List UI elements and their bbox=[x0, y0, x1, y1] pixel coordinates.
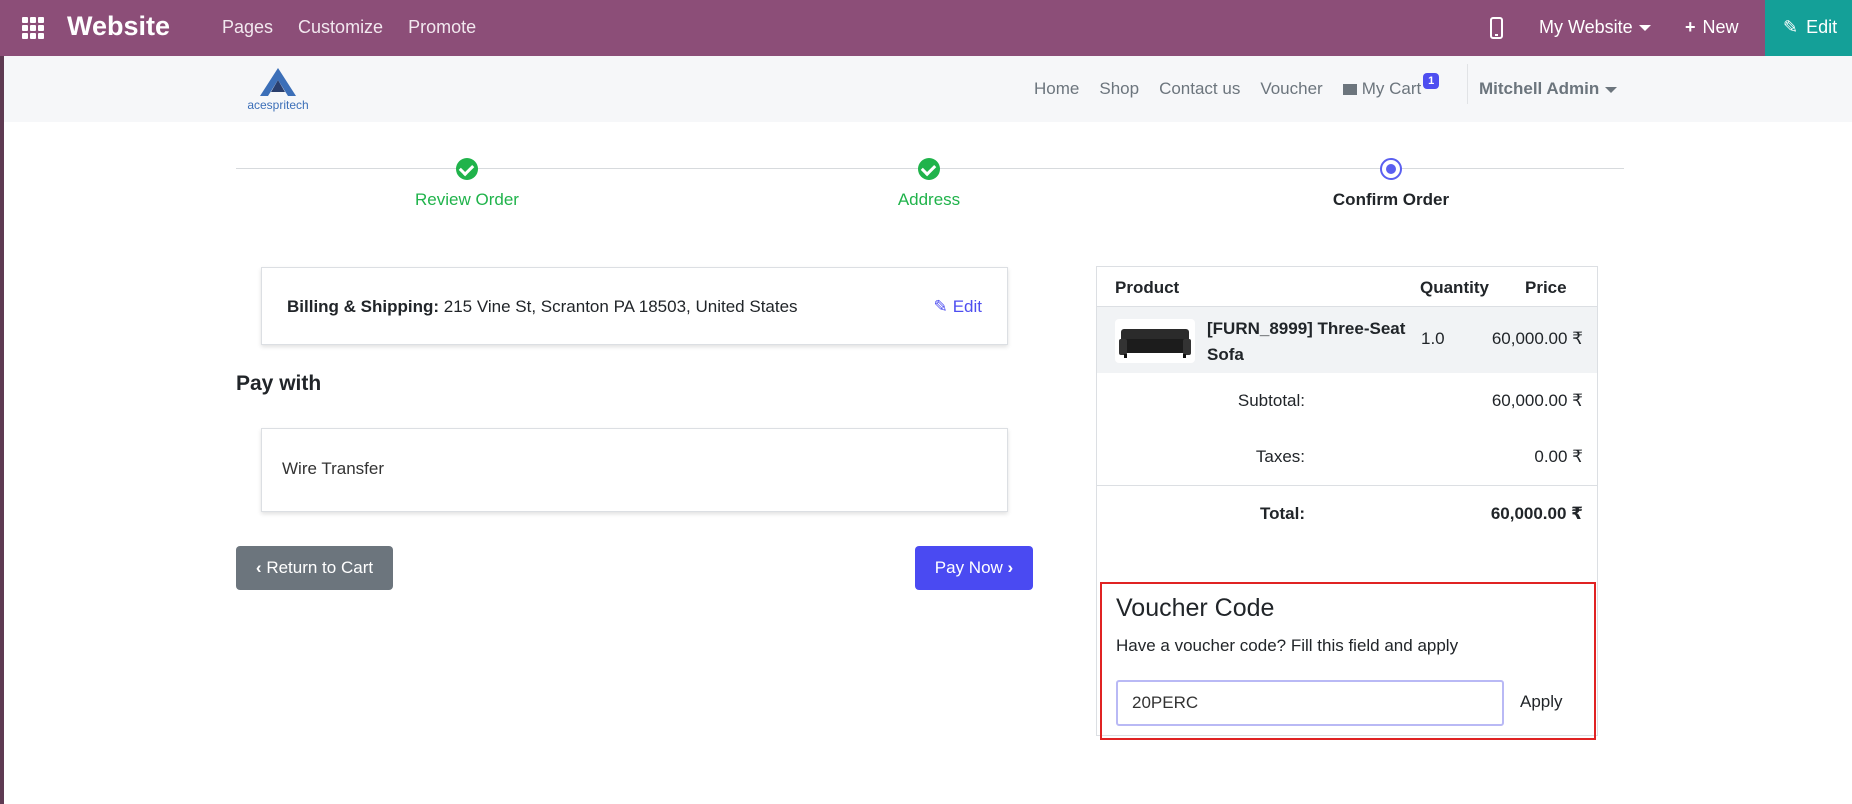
subtotal-label: Subtotal: bbox=[1237, 391, 1305, 410]
step-label: Address bbox=[897, 190, 961, 209]
summary-divider bbox=[1097, 485, 1597, 486]
step-confirm-order: Confirm Order bbox=[1281, 158, 1501, 210]
voucher-divider bbox=[1102, 735, 1594, 736]
menu-promote[interactable]: Promote bbox=[408, 17, 476, 38]
pencil-icon: ✎ bbox=[1783, 17, 1799, 37]
check-circle-icon bbox=[918, 158, 940, 180]
step-address[interactable]: Address bbox=[819, 158, 1039, 210]
user-name: Mitchell Admin bbox=[1479, 79, 1600, 98]
new-button[interactable]: + New bbox=[1685, 17, 1739, 38]
nav-shop[interactable]: Shop bbox=[1099, 79, 1139, 99]
nav-my-cart[interactable]: My Cart 1 bbox=[1342, 73, 1440, 99]
edit-address-label: Edit bbox=[952, 297, 982, 316]
caret-down-icon bbox=[1638, 25, 1651, 32]
cart-count-badge: 1 bbox=[1423, 73, 1440, 89]
pay-now-label: Pay Now bbox=[934, 558, 1003, 577]
cart-icon bbox=[1342, 84, 1357, 95]
chevron-left-icon: ‹ bbox=[255, 558, 262, 577]
mobile-preview-icon[interactable] bbox=[1490, 17, 1503, 39]
return-to-cart-button[interactable]: ‹ Return to Cart bbox=[236, 546, 393, 590]
company-logo[interactable]: acespritech bbox=[238, 66, 318, 114]
website-selector[interactable]: My Website bbox=[1539, 17, 1651, 38]
voucher-description: Have a voucher code? Fill this field and… bbox=[1116, 636, 1459, 655]
product-price: 60,000.00 ₹ bbox=[1491, 329, 1583, 348]
current-step-icon bbox=[1380, 158, 1402, 180]
apps-grid-icon[interactable] bbox=[22, 17, 44, 39]
billing-address: Billing & Shipping: 215 Vine St, Scranto… bbox=[287, 297, 798, 317]
payment-method-card[interactable]: Wire Transfer bbox=[261, 428, 1008, 512]
return-to-cart-label: Return to Cart bbox=[266, 558, 374, 577]
admin-menu: Pages Customize Promote bbox=[222, 17, 476, 38]
step-label: Confirm Order bbox=[1332, 190, 1450, 209]
product-name[interactable]: [FURN_8999] Three-Seat Sofa bbox=[1207, 316, 1407, 368]
step-review-order[interactable]: Review Order bbox=[357, 158, 577, 210]
edit-icon: ✎ bbox=[933, 297, 948, 316]
site-nav: Home Shop Contact us Voucher My Cart 1 bbox=[1034, 73, 1440, 99]
site-header: acespritech Home Shop Contact us Voucher… bbox=[4, 56, 1852, 122]
col-quantity: Quantity bbox=[1420, 278, 1489, 297]
step-label: Review Order bbox=[415, 190, 519, 209]
user-menu[interactable]: Mitchell Admin bbox=[1479, 79, 1618, 99]
col-price: Price bbox=[1525, 278, 1567, 297]
billing-card: Billing & Shipping: 215 Vine St, Scranto… bbox=[261, 267, 1008, 345]
website-selector-label: My Website bbox=[1539, 17, 1633, 37]
menu-customize[interactable]: Customize bbox=[298, 17, 383, 38]
voucher-title: Voucher Code bbox=[1116, 594, 1275, 622]
taxes-label: Taxes: bbox=[1255, 447, 1305, 466]
check-circle-icon bbox=[456, 158, 478, 180]
total-label: Total: bbox=[1259, 504, 1305, 523]
caret-down-icon bbox=[1605, 86, 1618, 93]
pay-now-button[interactable]: Pay Now › bbox=[915, 546, 1033, 590]
pay-with-heading: Pay with bbox=[236, 372, 322, 395]
subtotal-value: 60,000.00 ₹ bbox=[1491, 391, 1583, 410]
summary-header: Product Quantity Price bbox=[1097, 267, 1597, 307]
col-product: Product bbox=[1115, 278, 1180, 297]
edit-label: Edit bbox=[1806, 17, 1838, 37]
product-quantity: 1.0 bbox=[1421, 329, 1445, 348]
logo-text: acespritech bbox=[247, 98, 309, 112]
edit-button[interactable]: ✎ Edit bbox=[1765, 0, 1852, 56]
nav-home[interactable]: Home bbox=[1034, 79, 1079, 99]
voucher-code-input[interactable] bbox=[1116, 680, 1504, 726]
payment-method-label: Wire Transfer bbox=[282, 459, 385, 478]
menu-pages[interactable]: Pages bbox=[222, 17, 273, 38]
chevron-right-icon: › bbox=[1007, 558, 1014, 577]
plus-icon: + bbox=[1685, 17, 1696, 37]
billing-address-text: 215 Vine St, Scranton PA 18503, United S… bbox=[443, 297, 798, 316]
admin-navbar: Website Pages Customize Promote My Websi… bbox=[0, 0, 1852, 56]
apply-voucher-button[interactable]: Apply bbox=[1520, 692, 1563, 712]
sofa-product-image bbox=[1115, 319, 1195, 363]
nav-voucher[interactable]: Voucher bbox=[1260, 79, 1322, 99]
total-value: 60,000.00 ₹ bbox=[1490, 504, 1583, 523]
taxes-value: 0.00 ₹ bbox=[1534, 447, 1583, 466]
cart-label: My Cart bbox=[1361, 79, 1422, 98]
nav-contact-us[interactable]: Contact us bbox=[1159, 79, 1240, 99]
edit-address-link[interactable]: ✎ Edit bbox=[933, 297, 982, 317]
logo-mark-icon bbox=[260, 68, 296, 96]
voucher-section: Voucher Code Have a voucher code? Fill t… bbox=[1100, 582, 1596, 740]
nav-divider bbox=[1467, 64, 1468, 104]
table-row: [FURN_8999] Three-Seat Sofa 1.0 60,000.0… bbox=[1097, 307, 1597, 373]
app-title: Website bbox=[67, 11, 171, 41]
new-label: New bbox=[1702, 17, 1739, 37]
billing-label: Billing & Shipping: bbox=[287, 297, 440, 316]
